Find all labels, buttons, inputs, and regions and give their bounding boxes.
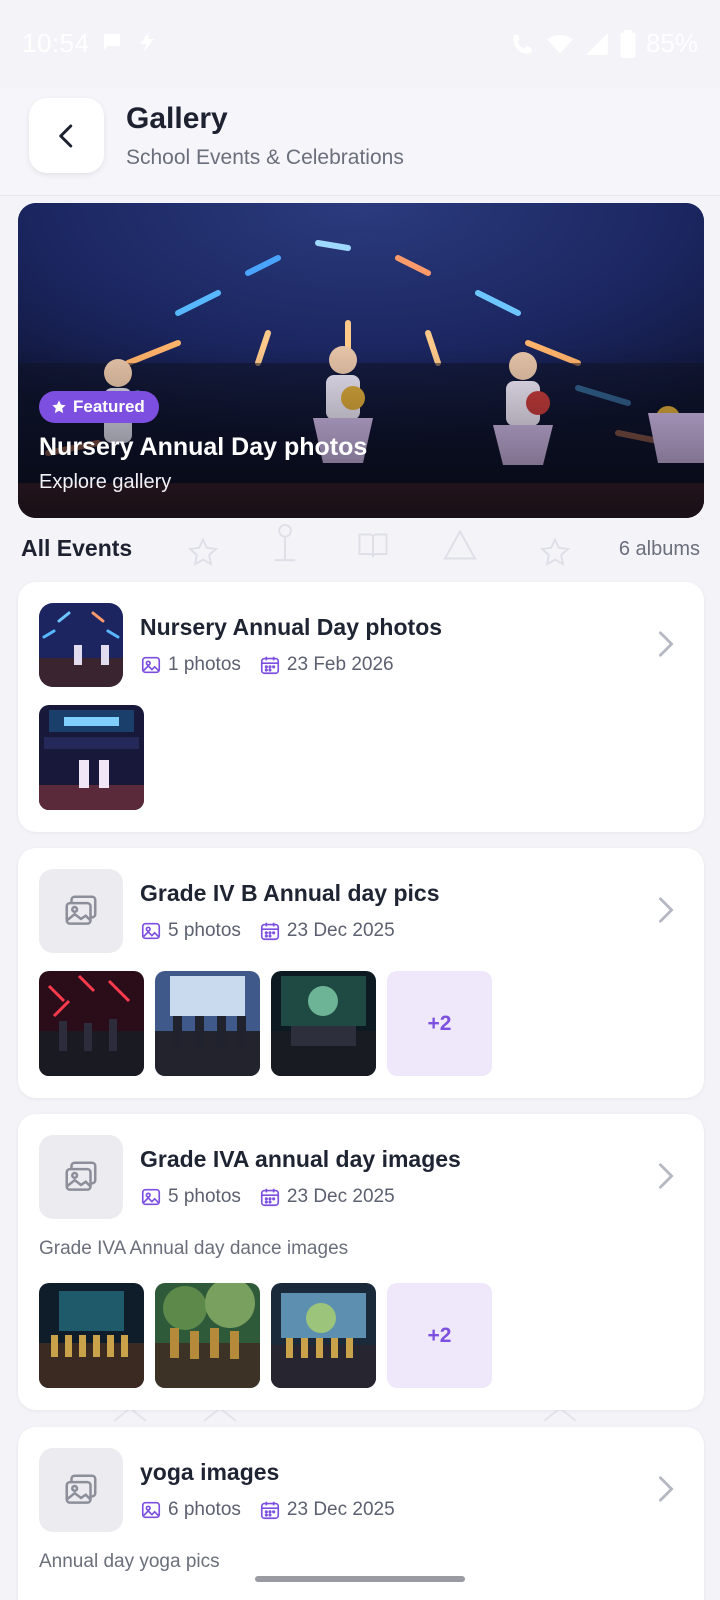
album-card[interactable]: Grade IV B Annual day pics 5 photos 23 D… bbox=[18, 848, 704, 1098]
star-icon bbox=[187, 537, 219, 566]
album-meta: 6 photos 23 Dec 2025 bbox=[140, 1499, 413, 1521]
album-card[interactable]: Nursery Annual Day photos 1 photos 23 Fe… bbox=[18, 582, 704, 832]
chevron-right-icon[interactable] bbox=[656, 1162, 676, 1190]
photo-thumbnail[interactable] bbox=[39, 971, 144, 1076]
album-cover-placeholder bbox=[39, 869, 123, 953]
album-cover-placeholder bbox=[39, 1448, 123, 1532]
album-card[interactable]: yoga images 6 photos 23 Dec 2025 Annual … bbox=[18, 1427, 704, 1600]
album-cover-image bbox=[39, 603, 123, 687]
photo-count-label: 1 photos bbox=[168, 654, 241, 675]
album-cover bbox=[39, 603, 123, 687]
album-description: Annual day yoga pics bbox=[39, 1551, 220, 1572]
image-placeholder-icon bbox=[65, 895, 97, 925]
image-icon bbox=[141, 922, 161, 940]
status-time: 10:54 bbox=[22, 28, 90, 58]
status-bar: 10:54 85% bbox=[0, 0, 720, 88]
photo-count-label: 6 photos bbox=[168, 1499, 241, 1520]
page-title: Gallery bbox=[126, 102, 228, 135]
chat-bubble-icon bbox=[104, 34, 120, 50]
photo-count-label: 5 photos bbox=[168, 920, 241, 941]
album-date: 23 Dec 2025 bbox=[259, 1499, 395, 1521]
chevron-right-icon[interactable] bbox=[656, 630, 676, 658]
album-title: yoga images bbox=[140, 1459, 280, 1485]
album-title: Grade IVA annual day images bbox=[140, 1146, 461, 1172]
star-icon bbox=[539, 537, 571, 566]
featured-badge: Featured bbox=[39, 391, 159, 423]
signal-icon bbox=[586, 32, 608, 55]
back-button[interactable] bbox=[29, 98, 104, 173]
book-icon bbox=[358, 533, 388, 558]
photo-thumbnail[interactable] bbox=[155, 1283, 260, 1388]
image-placeholder-icon bbox=[65, 1474, 97, 1504]
chevron-left-icon bbox=[58, 124, 72, 147]
photo-thumbnail[interactable] bbox=[39, 705, 144, 810]
album-thumbnails bbox=[39, 705, 144, 810]
album-date-label: 23 Dec 2025 bbox=[286, 920, 395, 941]
page-subtitle: School Events & Celebrations bbox=[126, 146, 404, 169]
wifi-call-icon bbox=[513, 33, 532, 54]
album-meta: 5 photos 23 Dec 2025 bbox=[140, 1186, 413, 1208]
lightning-icon bbox=[140, 32, 154, 52]
album-date: 23 Dec 2025 bbox=[259, 1186, 395, 1208]
calendar-icon bbox=[260, 656, 279, 675]
triangle-icon bbox=[443, 529, 477, 560]
photo-thumbnail[interactable] bbox=[39, 1283, 144, 1388]
calendar-icon bbox=[260, 1501, 279, 1520]
battery-icon bbox=[620, 29, 636, 58]
album-date: 23 Dec 2025 bbox=[259, 920, 395, 942]
album-count: 6 albums bbox=[618, 538, 700, 560]
album-card[interactable]: Grade IVA annual day images 5 photos 23 … bbox=[18, 1114, 704, 1410]
album-thumbnails: +2 bbox=[39, 971, 492, 1076]
calendar-icon bbox=[260, 922, 279, 941]
photo-count: 1 photos bbox=[140, 654, 241, 676]
header: Gallery School Events & Celebrations bbox=[0, 88, 720, 196]
featured-album-banner[interactable]: Featured Nursery Annual Day photos Explo… bbox=[18, 203, 704, 518]
home-indicator[interactable] bbox=[255, 1576, 465, 1582]
photo-thumbnail[interactable] bbox=[271, 971, 376, 1076]
album-meta: 5 photos 23 Dec 2025 bbox=[140, 920, 413, 942]
pin-icon bbox=[274, 523, 296, 562]
chevron-right-icon[interactable] bbox=[656, 1475, 676, 1503]
album-cover-placeholder bbox=[39, 1135, 123, 1219]
photo-thumbnail[interactable] bbox=[271, 1283, 376, 1388]
album-meta: 1 photos 23 Feb 2026 bbox=[140, 654, 412, 676]
battery-percent: 85% bbox=[645, 28, 698, 58]
photo-count: 5 photos bbox=[140, 1186, 241, 1208]
photo-thumbnail[interactable] bbox=[155, 971, 260, 1076]
image-icon bbox=[141, 1501, 161, 1519]
album-date-label: 23 Dec 2025 bbox=[286, 1186, 395, 1207]
featured-title: Nursery Annual Day photos bbox=[39, 433, 368, 461]
chevron-right-icon[interactable] bbox=[656, 896, 676, 924]
status-system-icons: 85% bbox=[510, 28, 698, 59]
section-title: All Events bbox=[21, 535, 133, 561]
album-date-label: 23 Feb 2026 bbox=[286, 654, 394, 675]
photo-count: 5 photos bbox=[140, 920, 241, 942]
more-photos-button[interactable]: +2 bbox=[387, 971, 492, 1076]
image-placeholder-icon bbox=[65, 1161, 97, 1191]
album-title: Nursery Annual Day photos bbox=[140, 614, 443, 640]
explore-gallery-link[interactable]: Explore gallery bbox=[39, 471, 171, 494]
wifi-icon bbox=[547, 34, 573, 53]
more-photos-button[interactable]: +2 bbox=[387, 1283, 492, 1388]
featured-badge-label: Featured bbox=[73, 397, 145, 416]
image-icon bbox=[141, 656, 161, 674]
album-date-label: 23 Dec 2025 bbox=[286, 1499, 395, 1520]
photo-count: 6 photos bbox=[140, 1499, 241, 1521]
status-notification-icons bbox=[100, 30, 158, 54]
image-icon bbox=[141, 1188, 161, 1206]
star-icon bbox=[52, 400, 66, 414]
album-date: 23 Feb 2026 bbox=[259, 654, 394, 676]
album-description: Grade IVA Annual day dance images bbox=[39, 1238, 349, 1259]
photo-count-label: 5 photos bbox=[168, 1186, 241, 1207]
album-title: Grade IV B Annual day pics bbox=[140, 880, 440, 906]
calendar-icon bbox=[260, 1188, 279, 1207]
album-thumbnails: +2 bbox=[39, 1283, 492, 1388]
